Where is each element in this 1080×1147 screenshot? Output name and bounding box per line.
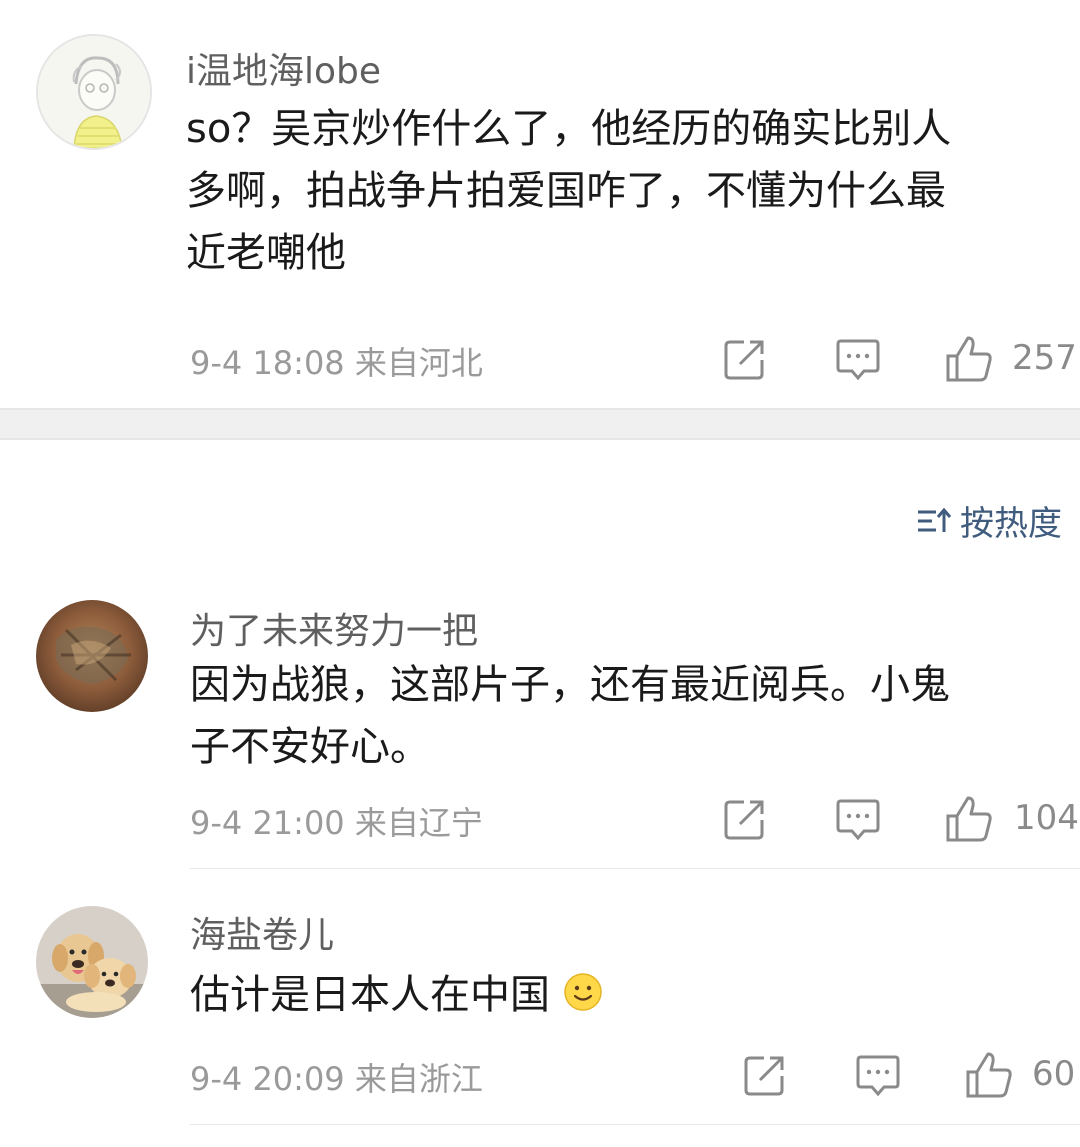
comment-button[interactable]: [854, 1054, 902, 1098]
like-button[interactable]: [944, 334, 994, 384]
comment-button[interactable]: [834, 338, 882, 382]
comment-icon: [836, 799, 880, 841]
share-icon: [724, 340, 764, 380]
comment-meta: 9-4 21:00 来自辽宁: [190, 804, 483, 842]
share-button[interactable]: [722, 336, 768, 382]
share-icon: [724, 800, 764, 840]
avatar[interactable]: [36, 906, 148, 1018]
comment-text: 因为战狼，这部片子，还有最近阅兵。小鬼 子不安好心。: [190, 654, 1050, 778]
avatar-art-image: [36, 600, 148, 712]
username[interactable]: 海盐卷儿: [190, 906, 334, 958]
like-count: 257: [1012, 338, 1077, 378]
comment-text-line: 多啊，拍战争片拍爱国咋了，不懂为什么最: [186, 168, 946, 214]
avatar[interactable]: [36, 34, 152, 150]
comment-text: 估计是日本人在中国: [190, 964, 1050, 1026]
comment-text-line: 近老嘲他: [186, 230, 346, 276]
like-button[interactable]: [964, 1050, 1014, 1100]
like-icon: [946, 336, 992, 382]
comment-meta: 9-4 20:09 来自浙江: [190, 1060, 483, 1098]
comment-icon: [856, 1055, 900, 1097]
comment-text: so？吴京炒作什么了，他经历的确实比别人 多啊，拍战争片拍爱国咋了，不懂为什么最…: [186, 98, 1056, 284]
comment-meta: 9-4 18:08 来自河北: [190, 344, 483, 382]
username[interactable]: i温地海lobe: [186, 42, 381, 94]
share-button[interactable]: [742, 1052, 788, 1098]
like-count: 104: [1014, 798, 1079, 838]
comment-text-line: so？吴京炒作什么了，他经历的确实比别人: [186, 106, 952, 152]
divider: [190, 1124, 1080, 1125]
section-divider: [0, 408, 1080, 440]
smile-emoji-icon: [563, 973, 602, 1011]
comment-text-line: 子不安好心。: [190, 724, 430, 770]
avatar-sketch-image: [38, 36, 150, 148]
username[interactable]: 为了未来努力一把: [190, 602, 478, 654]
like-icon: [946, 796, 992, 842]
comment-button[interactable]: [834, 798, 882, 842]
comment-text-line: 因为战狼，这部片子，还有最近阅兵。小鬼: [190, 662, 950, 708]
comment-text-line: 估计是日本人在中国: [190, 972, 550, 1018]
like-icon: [966, 1052, 1012, 1098]
divider: [190, 868, 1080, 869]
like-button[interactable]: [944, 794, 994, 844]
sort-by-hot-button[interactable]: 按热度: [916, 496, 1062, 545]
avatar-dogs-image: [36, 906, 148, 1018]
share-button[interactable]: [722, 796, 768, 842]
comment-icon: [836, 339, 880, 381]
avatar[interactable]: [36, 600, 148, 712]
like-count: 60: [1032, 1054, 1076, 1094]
sort-icon: [918, 507, 952, 532]
share-icon: [744, 1056, 784, 1096]
sort-label: 按热度: [960, 504, 1062, 544]
